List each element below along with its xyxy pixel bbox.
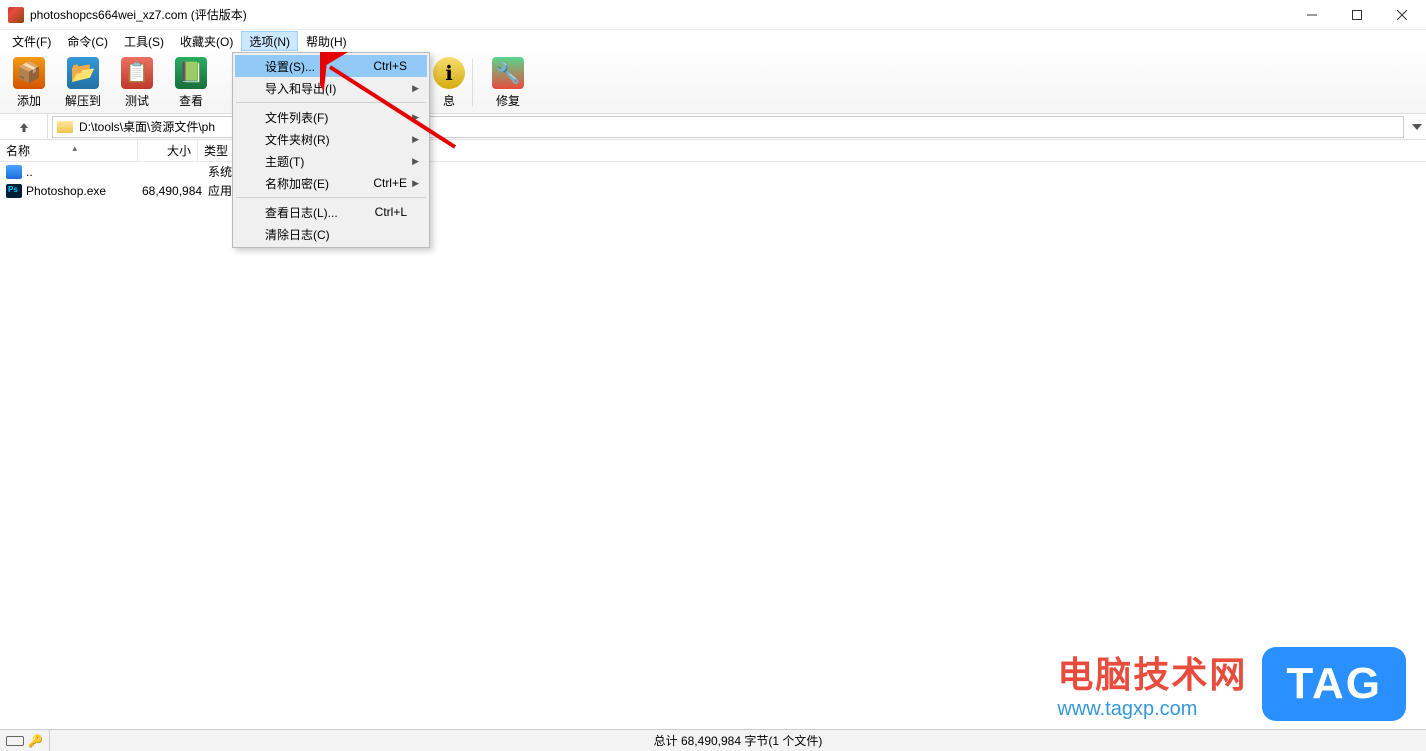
menu-label: 查看日志(L)... xyxy=(265,204,338,221)
file-name: Photoshop.exe xyxy=(26,184,142,198)
column-name[interactable]: 名称 xyxy=(0,140,138,161)
repair-icon: 🔧 xyxy=(492,57,524,89)
list-item[interactable]: Photoshop.exe 68,490,984 应用 xyxy=(0,181,1426,200)
menu-clear-log[interactable]: 清除日志(C) xyxy=(235,223,427,245)
menu-command[interactable]: 命令(C) xyxy=(59,31,116,51)
window-title: photoshopcs664wei_xz7.com (评估版本) xyxy=(30,6,1289,23)
menubar: 文件(F) 命令(C) 工具(S) 收藏夹(O) 选项(N) 帮助(H) xyxy=(0,30,1426,52)
statusbar-icons: 🔑 xyxy=(0,730,50,751)
menu-label: 文件夹树(R) xyxy=(265,131,330,148)
minimize-button[interactable] xyxy=(1289,1,1334,29)
repair-button[interactable]: 🔧 修复 xyxy=(487,57,529,109)
menu-tools[interactable]: 工具(S) xyxy=(116,31,172,51)
menu-label: 文件列表(F) xyxy=(265,109,328,126)
toolbar-label: 添加 xyxy=(17,92,41,109)
watermark-url: www.tagxp.com xyxy=(1057,698,1247,721)
close-button[interactable] xyxy=(1379,1,1424,29)
check-icon: 📋 xyxy=(121,57,153,89)
options-dropdown: 设置(S)... Ctrl+S 导入和导出(I) ▶ 文件列表(F) ▶ 文件夹… xyxy=(232,52,430,248)
toolbar-label: 测试 xyxy=(125,92,149,109)
watermark-cn: 电脑技术网 xyxy=(1057,646,1247,698)
path-dropdown-button[interactable] xyxy=(1408,124,1426,130)
menu-separator xyxy=(236,197,426,198)
add-button[interactable]: 📦 添加 xyxy=(8,57,50,109)
menu-shortcut: Ctrl+S xyxy=(373,59,407,73)
menu-view-log[interactable]: 查看日志(L)... Ctrl+L xyxy=(235,201,427,223)
toolbar-label: 查看 xyxy=(179,92,203,109)
menu-folder-tree[interactable]: 文件夹树(R) ▶ xyxy=(235,128,427,150)
menu-file-list[interactable]: 文件列表(F) ▶ xyxy=(235,106,427,128)
column-size[interactable]: 大小 xyxy=(138,140,198,161)
toolbar-label: 解压到 xyxy=(65,92,101,109)
menu-options[interactable]: 选项(N) xyxy=(241,31,298,51)
info-icon: ℹ xyxy=(433,57,465,89)
menu-settings[interactable]: 设置(S)... Ctrl+S xyxy=(235,55,427,77)
menu-label: 清除日志(C) xyxy=(265,226,330,243)
book-icon: 📗 xyxy=(175,57,207,89)
test-button[interactable]: 📋 测试 xyxy=(116,57,158,109)
titlebar: photoshopcs664wei_xz7.com (评估版本) xyxy=(0,0,1426,30)
extract-button[interactable]: 📂 解压到 xyxy=(62,57,104,109)
menu-encrypt-names[interactable]: 名称加密(E) Ctrl+E ▶ xyxy=(235,172,427,194)
lock-icon: 🔑 xyxy=(28,734,43,748)
toolbar: 📦 添加 📂 解压到 📋 测试 📗 查看 ℹ 息 🔧 修复 xyxy=(0,52,1426,114)
path-text: D:\tools\桌面\资源文件\ph xyxy=(79,118,215,135)
menu-label: 导入和导出(I) xyxy=(265,80,336,97)
column-headers: 名称 大小 类型 xyxy=(0,140,1426,162)
submenu-arrow-icon: ▶ xyxy=(412,83,419,94)
menu-label: 设置(S)... xyxy=(265,58,315,75)
menu-shortcut: Ctrl+E xyxy=(373,176,407,190)
parent-folder-icon xyxy=(6,165,22,179)
disk-icon xyxy=(6,736,24,746)
watermark-tag: TAG xyxy=(1262,647,1406,721)
photoshop-icon xyxy=(6,184,22,198)
up-button[interactable] xyxy=(0,114,48,140)
file-type: 应用 xyxy=(202,182,232,199)
toolbar-separator xyxy=(472,59,473,107)
file-type: 系统 xyxy=(202,163,232,180)
menu-file[interactable]: 文件(F) xyxy=(4,31,59,51)
toolbar-label: 修复 xyxy=(496,92,520,109)
statusbar: 🔑 总计 68,490,984 字节(1 个文件) xyxy=(0,729,1426,751)
toolbar-label: 息 xyxy=(443,92,455,109)
archive-icon: 📦 xyxy=(13,57,45,89)
file-list: .. 系统 Photoshop.exe 68,490,984 应用 xyxy=(0,162,1426,729)
view-button[interactable]: 📗 查看 xyxy=(170,57,212,109)
menu-shortcut: Ctrl+L xyxy=(375,205,407,219)
info-button[interactable]: ℹ 息 xyxy=(428,57,470,109)
submenu-arrow-icon: ▶ xyxy=(412,112,419,123)
menu-label: 名称加密(E) xyxy=(265,175,329,192)
submenu-arrow-icon: ▶ xyxy=(412,178,419,189)
maximize-button[interactable] xyxy=(1334,1,1379,29)
menu-label: 主题(T) xyxy=(265,153,304,170)
watermark: 电脑技术网 www.tagxp.com TAG xyxy=(1057,646,1406,721)
folder-out-icon: 📂 xyxy=(67,57,99,89)
folder-icon xyxy=(57,121,73,133)
app-icon xyxy=(8,7,24,23)
file-name: .. xyxy=(26,165,142,179)
menu-import-export[interactable]: 导入和导出(I) ▶ xyxy=(235,77,427,99)
menu-help[interactable]: 帮助(H) xyxy=(298,31,355,51)
file-size: 68,490,984 xyxy=(142,184,202,198)
pathbar: D:\tools\桌面\资源文件\ph xyxy=(0,114,1426,140)
menu-theme[interactable]: 主题(T) ▶ xyxy=(235,150,427,172)
submenu-arrow-icon: ▶ xyxy=(412,134,419,145)
submenu-arrow-icon: ▶ xyxy=(412,156,419,167)
menu-favorites[interactable]: 收藏夹(O) xyxy=(172,31,241,51)
menu-separator xyxy=(236,102,426,103)
list-item[interactable]: .. 系统 xyxy=(0,162,1426,181)
statusbar-text: 总计 68,490,984 字节(1 个文件) xyxy=(50,732,1426,749)
